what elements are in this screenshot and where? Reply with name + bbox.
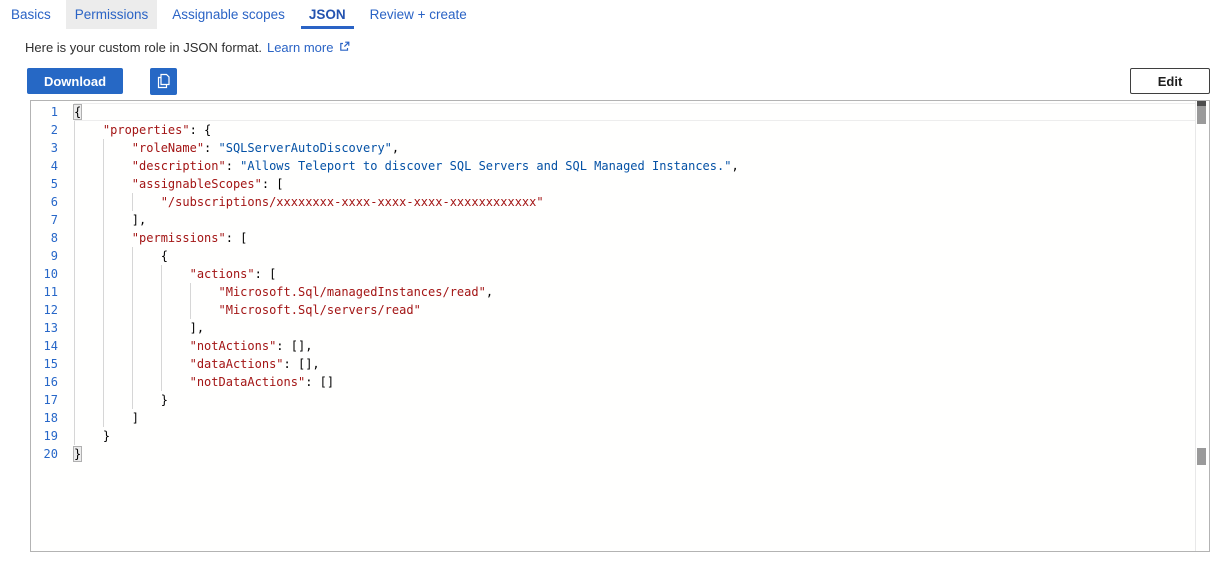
code-line[interactable]: "Microsoft.Sql/managedInstances/read", bbox=[74, 283, 1195, 301]
custom-role-json-page: Basics Permissions Assignable scopes JSO… bbox=[0, 0, 1216, 561]
code-token: , bbox=[392, 141, 399, 155]
code-line[interactable]: "assignableScopes": [ bbox=[74, 175, 1195, 193]
line-number: 8 bbox=[31, 229, 74, 247]
code-token: ], bbox=[190, 321, 204, 335]
matched-bracket-token: { bbox=[74, 105, 81, 119]
line-number: 7 bbox=[31, 211, 74, 229]
code-token: : [ bbox=[262, 177, 284, 191]
code-token: "notActions" bbox=[190, 339, 277, 353]
code-token: "roleName" bbox=[132, 141, 204, 155]
line-number: 11 bbox=[31, 283, 74, 301]
tab-bar: Basics Permissions Assignable scopes JSO… bbox=[0, 0, 1216, 29]
code-line[interactable]: "properties": { bbox=[74, 121, 1195, 139]
code-token: : [], bbox=[284, 357, 320, 371]
code-token: ], bbox=[132, 213, 146, 227]
code-token: : [] bbox=[305, 375, 334, 389]
line-number: 9 bbox=[31, 247, 74, 265]
code-token: } bbox=[103, 429, 110, 443]
code-token: : [ bbox=[255, 267, 277, 281]
learn-more-link[interactable]: Learn more bbox=[267, 40, 333, 55]
toolbar: Download Edit bbox=[27, 68, 1210, 95]
code-token: "SQLServerAutoDiscovery" bbox=[219, 141, 392, 155]
code-token: "properties" bbox=[103, 123, 190, 137]
line-number: 4 bbox=[31, 157, 74, 175]
scrollbar-thumb[interactable] bbox=[1197, 101, 1206, 124]
code-token: "actions" bbox=[190, 267, 255, 281]
editor-code-area[interactable]: { "properties": { "roleName": "SQLServer… bbox=[74, 103, 1195, 551]
code-token: ] bbox=[132, 411, 139, 425]
intro-text: Here is your custom role in JSON format. bbox=[25, 40, 262, 55]
code-line[interactable]: "notDataActions": [] bbox=[74, 373, 1195, 391]
line-number: 18 bbox=[31, 409, 74, 427]
tab-assignable-scopes[interactable]: Assignable scopes bbox=[163, 0, 294, 29]
code-line[interactable]: "roleName": "SQLServerAutoDiscovery", bbox=[74, 139, 1195, 157]
code-line[interactable]: ], bbox=[74, 211, 1195, 229]
intro-line: Here is your custom role in JSON format.… bbox=[25, 40, 1216, 55]
code-token: "/subscriptions/xxxxxxxx-xxxx-xxxx-xxxx-… bbox=[161, 195, 544, 209]
code-line[interactable]: "Microsoft.Sql/servers/read" bbox=[74, 301, 1195, 319]
line-number: 16 bbox=[31, 373, 74, 391]
code-token: : { bbox=[190, 123, 212, 137]
code-token: "dataActions" bbox=[190, 357, 284, 371]
line-number: 20 bbox=[31, 445, 74, 463]
overview-marker-top bbox=[1197, 101, 1206, 106]
line-number: 3 bbox=[31, 139, 74, 157]
matched-bracket-token: } bbox=[74, 447, 81, 461]
line-number: 15 bbox=[31, 355, 74, 373]
code-line[interactable]: { bbox=[74, 103, 1195, 121]
line-number: 13 bbox=[31, 319, 74, 337]
line-number: 12 bbox=[31, 301, 74, 319]
code-token: "Microsoft.Sql/managedInstances/read" bbox=[219, 285, 486, 299]
line-number: 2 bbox=[31, 121, 74, 139]
code-line[interactable]: "notActions": [], bbox=[74, 337, 1195, 355]
line-number: 1 bbox=[31, 103, 74, 121]
edit-button[interactable]: Edit bbox=[1130, 68, 1210, 94]
line-number: 6 bbox=[31, 193, 74, 211]
line-number: 10 bbox=[31, 265, 74, 283]
code-token: "Microsoft.Sql/servers/read" bbox=[219, 303, 421, 317]
code-line[interactable]: } bbox=[74, 391, 1195, 409]
editor-scrollbar[interactable] bbox=[1195, 101, 1209, 551]
code-token: : bbox=[204, 141, 218, 155]
code-line[interactable]: "actions": [ bbox=[74, 265, 1195, 283]
line-number: 19 bbox=[31, 427, 74, 445]
code-line[interactable]: } bbox=[74, 445, 1195, 463]
code-line[interactable]: ], bbox=[74, 319, 1195, 337]
tab-permissions[interactable]: Permissions bbox=[66, 0, 158, 29]
editor-gutter: 1234567891011121314151617181920 bbox=[31, 103, 74, 463]
code-line[interactable]: } bbox=[74, 427, 1195, 445]
overview-marker-bottom bbox=[1197, 448, 1206, 465]
code-line[interactable]: ] bbox=[74, 409, 1195, 427]
code-token: } bbox=[161, 393, 168, 407]
code-line[interactable]: "dataActions": [], bbox=[74, 355, 1195, 373]
code-token: "description" bbox=[132, 159, 226, 173]
code-token: "Allows Teleport to discover SQL Servers… bbox=[240, 159, 731, 173]
copy-button[interactable] bbox=[150, 68, 177, 95]
line-number: 14 bbox=[31, 337, 74, 355]
copy-icon bbox=[156, 73, 171, 90]
code-token: : bbox=[226, 159, 240, 173]
code-token: , bbox=[731, 159, 738, 173]
tab-review-create[interactable]: Review + create bbox=[361, 0, 476, 29]
code-token: "notDataActions" bbox=[190, 375, 306, 389]
code-line[interactable]: "permissions": [ bbox=[74, 229, 1195, 247]
tab-basics[interactable]: Basics bbox=[2, 0, 60, 29]
code-token: { bbox=[161, 249, 168, 263]
external-link-icon bbox=[339, 40, 350, 55]
code-token: : [], bbox=[276, 339, 312, 353]
code-token: "assignableScopes" bbox=[132, 177, 262, 191]
line-number: 5 bbox=[31, 175, 74, 193]
code-line[interactable]: "/subscriptions/xxxxxxxx-xxxx-xxxx-xxxx-… bbox=[74, 193, 1195, 211]
code-token: "permissions" bbox=[132, 231, 226, 245]
code-line[interactable]: "description": "Allows Teleport to disco… bbox=[74, 157, 1195, 175]
tab-json[interactable]: JSON bbox=[300, 0, 355, 29]
json-editor[interactable]: 1234567891011121314151617181920 { "prope… bbox=[30, 100, 1210, 552]
line-number: 17 bbox=[31, 391, 74, 409]
download-button[interactable]: Download bbox=[27, 68, 123, 94]
code-token: : [ bbox=[226, 231, 248, 245]
code-token: , bbox=[486, 285, 493, 299]
code-line[interactable]: { bbox=[74, 247, 1195, 265]
